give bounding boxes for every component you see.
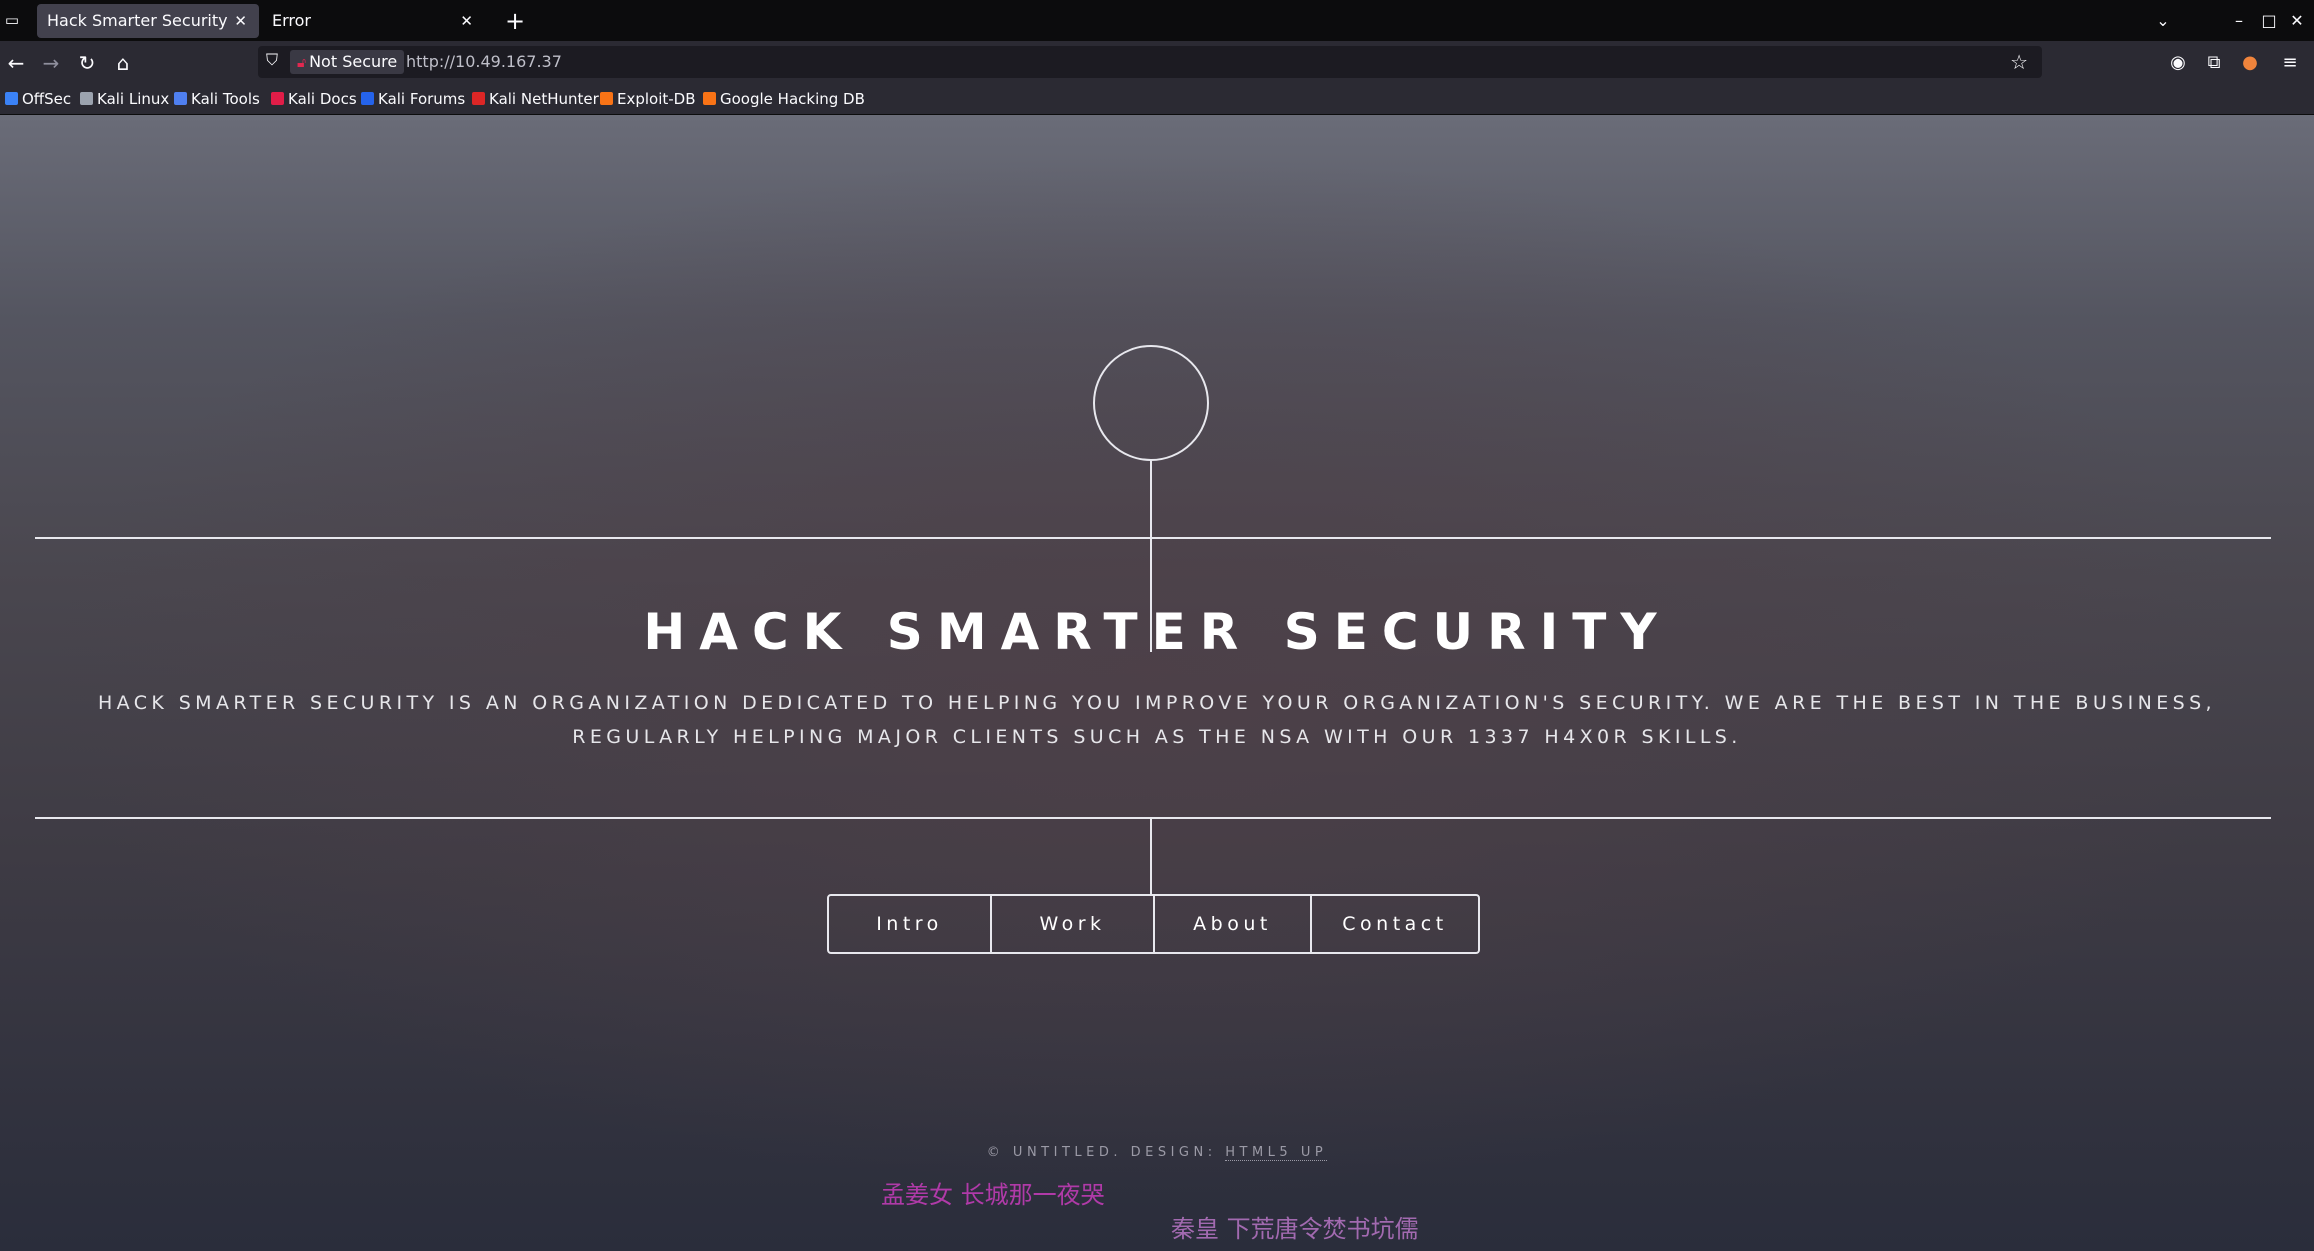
minimize-button[interactable]: – [2224,4,2254,38]
tab-error[interactable]: Error ✕ [262,4,485,38]
menu-icon[interactable]: ≡ [2274,47,2306,79]
url-bar[interactable]: ⛉ 🔓︎ Not Secure http://10.49.167.37 ☆ [258,46,2042,78]
bookmark-exploit-db[interactable]: Exploit-DB [600,84,696,114]
main-nav: Intro Work About Contact [827,894,1480,954]
tab-hack-smarter-security[interactable]: Hack Smarter Security ✕ [37,4,259,38]
chevron-down-icon[interactable]: ⌄ [2148,4,2178,38]
bookmark-label: Kali Forums [378,90,466,108]
tab-strip: ▭ Hack Smarter Security ✕ Error ✕ + ⌄ – … [0,0,2314,41]
offsec-icon [5,92,18,105]
navigation-toolbar: ← → ↻ ⌂ ⛉ 🔓︎ Not Secure http://10.49.167.… [0,41,2314,84]
bookmarks-toolbar: OffSec Kali Linux Kali Tools Kali Docs K… [0,84,2314,115]
new-tab-button[interactable]: + [498,4,532,38]
footer-copyright: © UNTITLED. DESIGN: [986,1145,1226,1160]
bookmark-label: Exploit-DB [617,90,696,108]
nav-work[interactable]: Work [990,896,1153,952]
bookmark-label: Kali Tools [191,90,260,108]
divider-top [35,537,2271,539]
insecure-lock-icon: 🔓︎ [297,55,307,71]
bookmark-kali-tools[interactable]: Kali Tools [174,84,260,114]
nav-intro[interactable]: Intro [829,896,990,952]
ghdb-icon [703,92,716,105]
home-icon[interactable]: ⌂ [107,47,139,79]
tab-title: Error [272,11,311,30]
close-window-button[interactable]: ✕ [2282,4,2312,38]
footer: © UNTITLED. DESIGN: HTML5 UP [0,1145,2314,1161]
kali-icon [80,92,93,105]
page-description: Hack Smarter Security is an organization… [97,692,2216,748]
bookmark-google-hacking-db[interactable]: Google Hacking DB [703,84,865,114]
tab-title: Hack Smarter Security [47,11,228,30]
account-icon[interactable]: ◉ [2162,47,2194,79]
bookmark-label: Kali Docs [288,90,357,108]
bookmark-label: OffSec [22,90,72,108]
extensions-icon[interactable]: ⧉ [2198,47,2230,79]
page-title: HACK SMARTER SECURITY [643,603,1671,661]
nav-about[interactable]: About [1153,896,1310,952]
bookmark-kali-docs[interactable]: Kali Docs [271,84,357,114]
bookmark-star-icon[interactable]: ☆ [2010,46,2028,78]
overlay-text-1: 孟姜女 长城那一夜哭 [881,1181,1105,1209]
bookmark-label: Kali Linux [97,90,170,108]
bookmark-kali-nethunter[interactable]: Kali NetHunter [472,84,599,114]
maximize-button[interactable]: □ [2254,4,2284,38]
kali-forums-icon [361,92,374,105]
kali-tools-icon [174,92,187,105]
security-label: Not Secure [309,52,398,71]
bookmark-kali-linux[interactable]: Kali Linux [80,84,169,114]
footer-html5up-link[interactable]: HTML5 UP [1225,1145,1328,1161]
bookmark-kali-forums[interactable]: Kali Forums [361,84,465,114]
back-icon[interactable]: ← [0,47,32,79]
tracking-protection-icon[interactable]: ⛉ [266,50,278,70]
bookmark-offsec[interactable]: OffSec [5,84,71,114]
close-icon[interactable]: ✕ [234,4,247,38]
overlay-text-2: 秦皇 下荒唐令焚书坑儒 [1171,1215,1419,1243]
close-icon[interactable]: ✕ [460,4,473,38]
kali-docs-icon [271,92,284,105]
forward-icon[interactable]: → [35,47,67,79]
logo-circle-icon [1093,345,1209,461]
tab-list-icon[interactable]: ▭ [0,8,24,32]
nethunter-icon [472,92,485,105]
reload-icon[interactable]: ↻ [71,47,103,79]
bookmark-label: Kali NetHunter [489,90,599,108]
url-text[interactable]: http://10.49.167.37 [406,46,562,78]
connector-line-bottom [1150,819,1152,896]
divider-bottom [35,817,2271,819]
bookmark-label: Google Hacking DB [720,90,865,108]
web-page: HACK SMARTER SECURITY Hack Smarter Secur… [0,115,2314,1251]
exploit-db-icon [600,92,613,105]
extension-icon[interactable]: ● [2234,47,2266,79]
nav-contact[interactable]: Contact [1310,896,1478,952]
site-security-badge[interactable]: 🔓︎ Not Secure [290,50,405,74]
